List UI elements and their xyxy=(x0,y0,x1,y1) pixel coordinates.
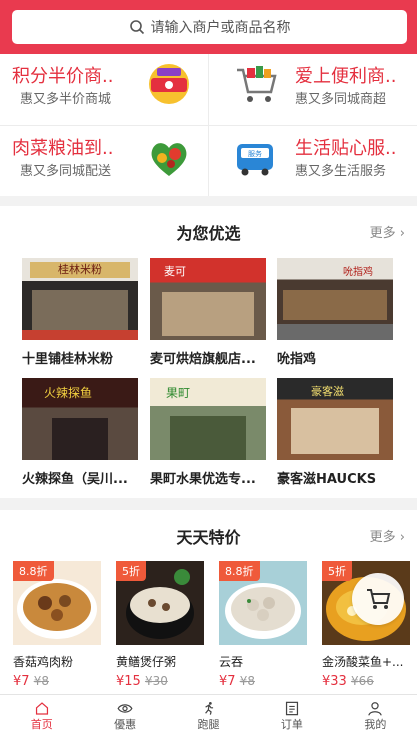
deal-price: ¥15 ¥30 xyxy=(116,674,204,689)
more-label: 更多 xyxy=(369,226,396,241)
deal-name: 香菇鸡肉粉 xyxy=(13,655,74,669)
vegetable-heart-icon xyxy=(151,143,187,176)
tab-label: 订单 xyxy=(280,718,303,731)
tab-label: 首页 xyxy=(30,718,53,731)
service-bus-icon: 服务 xyxy=(237,144,273,176)
tab-label: 跑腿 xyxy=(197,718,220,731)
shop-sign: 豪客滋 xyxy=(311,385,344,398)
shopping-cart-icon xyxy=(237,66,277,102)
promo-title: 肉菜粮油到.. xyxy=(12,138,114,159)
shop-sign: 果町 xyxy=(166,386,191,400)
more-label: 更多 xyxy=(369,530,396,545)
promo-life-service[interactable]: 服务 生活贴心服.. 惠又多生活服务 xyxy=(209,126,417,197)
promo-subtitle: 惠又多同城商超 xyxy=(295,92,387,107)
discount-badge: 8.8折 xyxy=(219,561,260,581)
original-price: ¥66 xyxy=(350,674,374,688)
discount-badge: 8.8折 xyxy=(13,561,54,581)
deal-card[interactable]: 8.8折 香菇鸡肉粉 ¥7 ¥8 xyxy=(13,561,101,689)
deal-name: 黄鳝煲仔粥 xyxy=(116,655,177,669)
promo-grid: 积分半价商.. 惠又多半价商城 爱上便利商.. 惠又多同城商超 肉菜粮油到.. … xyxy=(0,54,417,196)
featured-more-link[interactable]: 更多 › xyxy=(370,222,405,241)
tab-errand[interactable]: 跑腿 xyxy=(167,695,250,732)
shop-name: 吮指鸡 xyxy=(277,352,317,367)
promo-grocery-delivery[interactable]: 肉菜粮油到.. 惠又多同城配送 xyxy=(0,126,208,197)
chevron-right-icon: › xyxy=(399,226,405,241)
user-icon xyxy=(368,702,383,716)
shop-name: 十里铺桂林米粉 xyxy=(22,352,114,367)
shop-sign: 火辣探鱼 xyxy=(44,386,93,400)
section-title: 天天特价 xyxy=(176,528,241,547)
shop-card[interactable]: 麦可 麦可烘焙旗舰店... xyxy=(150,258,266,367)
promo-title: 爱上便利商.. xyxy=(295,66,397,87)
search-placeholder: 请输入商户或商品名称 xyxy=(150,20,291,36)
tab-profile[interactable]: 我的 xyxy=(334,695,417,732)
deal-photo: 8.8折 xyxy=(219,561,307,645)
runner-icon xyxy=(204,702,213,715)
chevron-right-icon: › xyxy=(399,530,405,545)
points-gift-icon xyxy=(149,64,189,104)
shop-photo: 桂林米粉 xyxy=(22,258,138,340)
svg-text:服务: 服务 xyxy=(248,149,262,158)
deal-name: 云吞 xyxy=(219,655,244,669)
floating-cart-button[interactable] xyxy=(352,573,404,625)
deal-card[interactable]: 5折 黄鳝煲仔粥 ¥15 ¥30 xyxy=(116,561,204,689)
shop-name: 火辣探鱼（吴川... xyxy=(22,472,128,487)
eye-icon xyxy=(117,704,133,713)
shop-sign: 麦可 xyxy=(164,265,186,278)
cart-icon xyxy=(367,589,391,609)
current-price: ¥33 xyxy=(322,674,347,689)
original-price: ¥8 xyxy=(33,674,49,688)
deals-more-link[interactable]: 更多 › xyxy=(370,526,405,545)
deal-price: ¥33 ¥66 xyxy=(322,674,410,689)
deal-photo: 8.8折 xyxy=(13,561,101,645)
featured-section: 为您优选 更多 › 桂林米粉 十里铺桂林米粉 麦可 麦可烘焙旗舰店... 吮指鸡… xyxy=(0,206,417,498)
original-price: ¥30 xyxy=(144,674,168,688)
section-title: 为您优选 xyxy=(176,224,241,243)
shop-card[interactable]: 桂林米粉 十里铺桂林米粉 xyxy=(22,258,138,367)
current-price: ¥7 xyxy=(219,674,236,689)
tab-orders[interactable]: 订单 xyxy=(250,695,333,732)
deal-card[interactable]: 8.8折 云吞 ¥7 ¥8 xyxy=(219,561,307,689)
tab-home[interactable]: 首页 xyxy=(0,695,83,732)
shop-name: 豪客滋HAUCKS xyxy=(277,472,377,487)
deal-price: ¥7 ¥8 xyxy=(13,674,101,689)
shop-photo: 火辣探鱼 xyxy=(22,378,138,460)
promo-title: 积分半价商.. xyxy=(12,66,114,87)
deal-name: 金汤酸菜鱼+... xyxy=(322,655,404,669)
shop-photo: 果町 xyxy=(150,378,266,460)
home-icon xyxy=(35,702,48,715)
tab-label: 我的 xyxy=(364,718,387,731)
current-price: ¥7 xyxy=(13,674,30,689)
original-price: ¥8 xyxy=(239,674,255,688)
shop-card[interactable]: 火辣探鱼 火辣探鱼（吴川... xyxy=(22,378,138,487)
deal-price: ¥7 ¥8 xyxy=(219,674,307,689)
shop-name: 果町水果优选专... xyxy=(150,472,256,487)
shop-name: 麦可烘焙旗舰店... xyxy=(150,352,256,367)
promo-subtitle: 惠又多生活服务 xyxy=(295,164,387,179)
search-input[interactable]: 请输入商户或商品名称 xyxy=(12,10,407,44)
current-price: ¥15 xyxy=(116,674,141,689)
tab-label: 優惠 xyxy=(114,718,137,731)
promo-title: 生活贴心服.. xyxy=(295,138,397,159)
discount-badge: 5折 xyxy=(322,561,352,581)
order-list-icon xyxy=(285,701,298,716)
shop-sign: 桂林米粉 xyxy=(30,262,130,278)
shop-photo: 豪客滋 xyxy=(277,378,393,460)
discount-badge: 5折 xyxy=(116,561,146,581)
promo-subtitle: 惠又多半价商城 xyxy=(20,92,112,107)
bottom-tab-bar: 首页 優惠 跑腿 订单 我的 xyxy=(0,694,417,732)
search-icon xyxy=(129,20,144,35)
promo-points-mall[interactable]: 积分半价商.. 惠又多半价商城 xyxy=(0,54,208,125)
shop-photo: 吮指鸡 xyxy=(277,258,393,340)
shop-sign: 吮指鸡 xyxy=(343,267,373,278)
deal-photo: 5折 xyxy=(116,561,204,645)
promo-convenience-store[interactable]: 爱上便利商.. 惠又多同城商超 xyxy=(209,54,417,125)
promo-subtitle: 惠又多同城配送 xyxy=(20,164,112,179)
shop-photo: 麦可 xyxy=(150,258,266,340)
shop-card[interactable]: 吮指鸡 吮指鸡 xyxy=(277,258,393,367)
shop-card[interactable]: 豪客滋 豪客滋HAUCKS xyxy=(277,378,393,487)
shop-card[interactable]: 果町 果町水果优选专... xyxy=(150,378,266,487)
top-bar: 请输入商户或商品名称 xyxy=(0,0,417,54)
tab-discover[interactable]: 優惠 xyxy=(83,695,166,732)
